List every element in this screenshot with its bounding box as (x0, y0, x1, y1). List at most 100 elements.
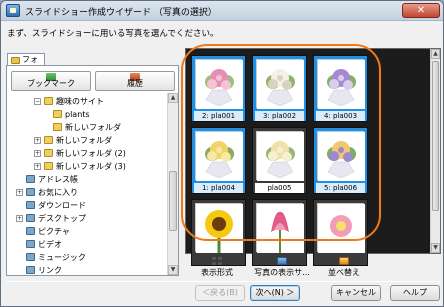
photo-image (256, 131, 304, 181)
photo-thumbnail[interactable]: 1: pla004 (191, 127, 246, 194)
photo-thumbnail[interactable] (252, 199, 307, 266)
system-folder-icon (26, 214, 35, 222)
tree-item-label: ミュージック (38, 253, 86, 262)
folder-icon (53, 110, 62, 118)
history-button[interactable]: 履歴 (95, 71, 175, 91)
tree-item-label: 新しいフォルダ (3) (56, 162, 126, 171)
photo-thumbnail[interactable] (191, 199, 246, 266)
photo-image (317, 131, 365, 181)
folder-tree-scrollbar[interactable]: ▲ ▼ (167, 93, 178, 275)
help-button[interactable]: ヘルプ (390, 285, 440, 301)
photo-grid[interactable]: 2: pla001 3: pla002 4: pla003 1: pla004 pla0… (185, 48, 441, 266)
tree-item[interactable]: + 新しいフォルダ (9, 134, 167, 147)
tree-item[interactable]: アドレス帳 (9, 173, 167, 186)
photo-grid-scrollbar[interactable]: ▲ ▼ (430, 49, 440, 253)
collapse-icon[interactable]: − (34, 98, 41, 105)
tree-item-label: 趣味のサイト (56, 97, 104, 106)
sort-button[interactable]: 並べ替え (321, 257, 367, 277)
display-format-label: 表示形式 (201, 268, 233, 277)
system-folder-icon (26, 253, 35, 261)
folder-icon (11, 57, 20, 64)
expand-icon[interactable]: + (16, 215, 23, 222)
cancel-button[interactable]: キャンセル (331, 285, 381, 301)
scroll-thumb[interactable] (169, 171, 177, 231)
folder-icon (44, 136, 53, 144)
photo-image (256, 59, 304, 109)
window-title: スライドショー作成ウイザード （写真の選択） (25, 8, 217, 18)
tree-item-label: アドレス帳 (38, 175, 78, 184)
tree-item[interactable]: − 趣味のサイト (9, 95, 167, 108)
scroll-up-arrow-icon[interactable]: ▲ (431, 49, 440, 59)
folder-panel: ブックマーク 履歴 − 趣味のサイト plants 新しいフォルダ + 新しいフォルダ + 新… (6, 65, 179, 276)
title-bar[interactable]: スライドショー作成ウイザード （写真の選択） ✕ (1, 1, 443, 21)
system-folder-icon (26, 227, 35, 235)
photo-image (195, 59, 243, 109)
footer-divider (6, 281, 440, 282)
scroll-down-arrow-icon[interactable]: ▼ (168, 265, 178, 275)
tree-item-label: plants (65, 110, 90, 119)
tree-item[interactable]: ダウンロード (9, 199, 167, 212)
photo-caption: pla005 (255, 183, 304, 193)
system-folder-icon (26, 188, 35, 196)
expand-icon[interactable]: + (16, 189, 23, 196)
sort-icon (339, 257, 349, 265)
tree-item[interactable]: + 新しいフォルダ (3) (9, 160, 167, 173)
grid-view-icon (212, 257, 222, 265)
expand-icon[interactable]: + (34, 137, 41, 144)
photo-view-icon (277, 257, 287, 265)
folder-tree[interactable]: − 趣味のサイト plants 新しいフォルダ + 新しいフォルダ + 新しいフォルダ (2)… (9, 95, 167, 275)
scroll-thumb[interactable] (432, 61, 439, 211)
photo-thumbnail[interactable]: 5: pla006 (313, 127, 368, 194)
system-folder-icon (26, 201, 35, 209)
tree-item[interactable]: リンク (9, 264, 167, 275)
scroll-down-arrow-icon[interactable]: ▼ (431, 243, 440, 253)
photo-caption: 2: pla001 (194, 111, 243, 121)
display-format-button[interactable]: 表示形式 (195, 257, 239, 277)
tree-item-label: ダウンロード (38, 201, 86, 210)
tree-item[interactable]: plants (9, 108, 167, 121)
tree-item[interactable]: + 新しいフォルダ (2) (9, 147, 167, 160)
slideshow-wizard-window: スライドショー作成ウイザード （写真の選択） ✕ まず、スライドショーに用いる写… (0, 0, 444, 307)
folder-icon (44, 149, 53, 157)
folder-icon (44, 97, 53, 105)
expand-icon[interactable]: + (34, 150, 41, 157)
next-button[interactable]: 次へ(N) ＞ (250, 285, 300, 301)
photo-thumbnail[interactable]: pla005 (252, 127, 307, 194)
history-label: 履歴 (127, 79, 143, 88)
tree-item-label: お気に入り (38, 188, 78, 197)
system-folder-icon (26, 266, 35, 274)
system-folder-icon (26, 175, 35, 183)
photo-display-size-button[interactable]: 写真の表示サ... (253, 257, 311, 277)
photo-caption: 4: pla003 (316, 111, 365, 121)
photo-caption: 1: pla004 (194, 183, 243, 193)
back-button[interactable]: ＜戻る(B) (195, 285, 245, 301)
photo-display-label: 写真の表示サ... (254, 268, 310, 277)
app-icon (6, 4, 20, 17)
tree-item[interactable]: + デスクトップ (9, 212, 167, 225)
photo-caption: 3: pla002 (255, 111, 304, 121)
tree-item-label: 新しいフォルダ (56, 136, 112, 145)
tree-item[interactable]: ピクチャ (9, 225, 167, 238)
photo-thumbnail[interactable]: 2: pla001 (191, 55, 246, 122)
photo-thumbnail[interactable] (313, 199, 368, 266)
tree-item[interactable]: + お気に入り (9, 186, 167, 199)
expand-icon[interactable]: + (34, 163, 41, 170)
tree-item-label: ビデオ (38, 240, 62, 249)
photo-thumbnail[interactable]: 4: pla003 (313, 55, 368, 122)
photo-image (317, 203, 365, 253)
photo-image (195, 131, 243, 181)
bookmark-label: ブックマーク (27, 79, 75, 88)
sort-label: 並べ替え (328, 268, 360, 277)
tree-item[interactable]: ミュージック (9, 251, 167, 264)
tree-item[interactable]: 新しいフォルダ (9, 121, 167, 134)
photo-thumbnail[interactable]: 3: pla002 (252, 55, 307, 122)
photo-image (195, 203, 243, 253)
scroll-up-arrow-icon[interactable]: ▲ (168, 93, 178, 103)
tree-item[interactable]: ビデオ (9, 238, 167, 251)
folder-icon (44, 162, 53, 170)
bookmark-button[interactable]: ブックマーク (11, 71, 91, 91)
close-button[interactable]: ✕ (402, 3, 440, 18)
instruction-text: まず、スライドショーに用いる写真を選んでください。 (7, 29, 219, 39)
tree-item-label: デスクトップ (38, 214, 86, 223)
tree-item-label: リンク (38, 266, 62, 275)
